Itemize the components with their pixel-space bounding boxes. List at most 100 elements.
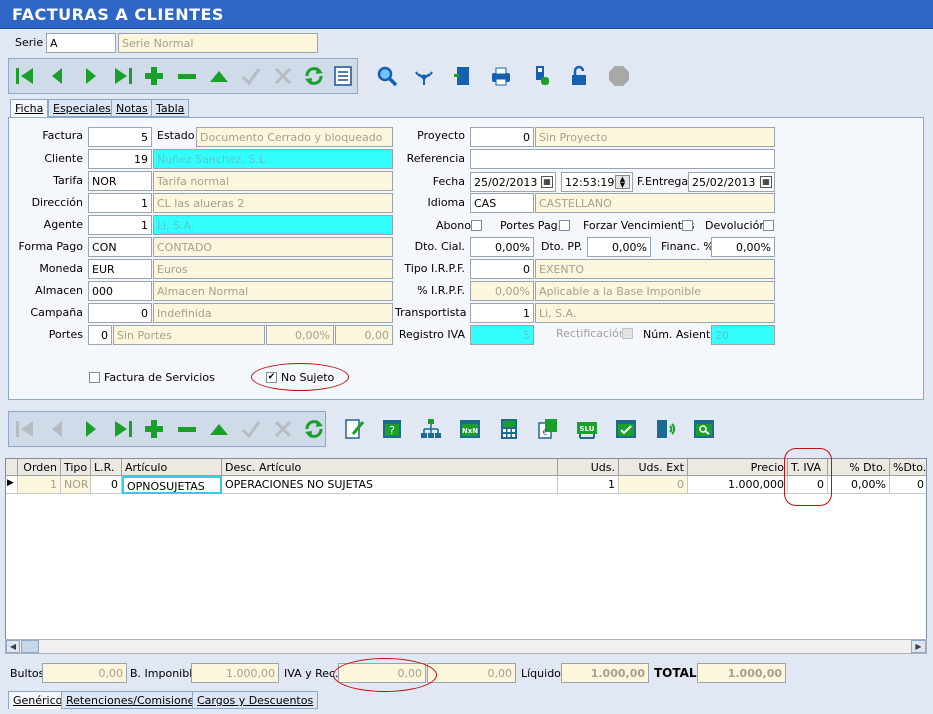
col-header-dto2[interactable]: %Dto.2 xyxy=(890,459,926,476)
list-view-icon[interactable] xyxy=(330,63,356,89)
col-header-desc[interactable]: Desc. Artículo xyxy=(222,459,558,476)
edit-line-icon[interactable] xyxy=(206,416,232,442)
scroll-left-icon[interactable]: ◀ xyxy=(6,640,20,653)
next-record-icon[interactable] xyxy=(78,63,104,89)
tarifa-code-input[interactable]: NOR xyxy=(88,171,152,191)
dto-pp-input[interactable]: 0,00% xyxy=(587,237,651,257)
tab-tabla[interactable]: Tabla xyxy=(151,99,190,117)
forzar-venc-checkbox[interactable] xyxy=(682,220,693,231)
devolucion-checkbox[interactable] xyxy=(763,220,774,231)
cell-dto[interactable]: 0,00% xyxy=(828,476,890,494)
refresh-icon[interactable] xyxy=(301,63,327,89)
abono-checkbox[interactable] xyxy=(471,220,482,231)
proyecto-code-input[interactable]: 0 xyxy=(470,127,534,147)
nxn-icon[interactable]: NxN xyxy=(457,416,483,442)
factura-input[interactable]: 5 xyxy=(88,127,152,147)
currency-icon[interactable]: € xyxy=(535,416,561,442)
next-line-icon[interactable] xyxy=(78,416,104,442)
calendar-icon[interactable]: ▦ xyxy=(760,176,772,188)
window-search-icon[interactable] xyxy=(691,416,717,442)
idioma-code-input[interactable]: CAS xyxy=(470,193,534,213)
edit-up-icon[interactable] xyxy=(206,63,232,89)
col-header-uds-ext[interactable]: Uds. Ext xyxy=(619,459,688,476)
tab-cargos[interactable]: Cargos y Descuentos xyxy=(192,691,319,709)
forma-pago-label: Forma Pago xyxy=(18,240,83,253)
scroll-thumb[interactable] xyxy=(21,640,39,653)
base-field: 1.000,00 xyxy=(191,663,279,683)
cell-uds[interactable]: 1 xyxy=(558,476,619,494)
time-spinner-icon[interactable]: ▲ ▼ xyxy=(615,175,630,189)
unlock-icon[interactable] xyxy=(566,63,592,89)
calculator-icon[interactable] xyxy=(496,416,522,442)
campana-name-field: Indefinida xyxy=(153,303,393,323)
serie-code-input[interactable]: A xyxy=(46,33,116,53)
confirm-check-icon xyxy=(238,63,264,89)
delete-line-icon[interactable] xyxy=(174,416,200,442)
edit-document-icon[interactable] xyxy=(342,416,368,442)
tab-notas[interactable]: Notas xyxy=(111,99,153,117)
cell-precio[interactable]: 1.000,000 xyxy=(688,476,788,494)
delete-icon[interactable] xyxy=(174,63,200,89)
cell-lr[interactable]: 0 xyxy=(91,476,122,494)
col-header-lr[interactable]: L.R. xyxy=(91,459,122,476)
window-check-icon[interactable] xyxy=(613,416,639,442)
add-icon[interactable] xyxy=(141,63,167,89)
last-line-icon[interactable] xyxy=(110,416,136,442)
agente-code-input[interactable]: 1 xyxy=(88,215,152,235)
tipo-irpf-code-input[interactable]: 0 xyxy=(470,259,534,279)
cell-articulo[interactable]: OPNOSUJETAS xyxy=(122,476,222,494)
rec-field: 0,00 xyxy=(427,663,516,683)
slu-icon[interactable]: SLU xyxy=(574,416,600,442)
exit-door-icon[interactable] xyxy=(450,63,476,89)
direccion-code-input[interactable]: 1 xyxy=(88,193,152,213)
help-query-icon[interactable]: ? xyxy=(379,416,405,442)
financ-input[interactable]: 0,00% xyxy=(711,237,775,257)
moneda-code-input[interactable]: EUR xyxy=(88,259,152,279)
search-icon[interactable] xyxy=(374,63,400,89)
direccion-name-field: CL las alueras 2 xyxy=(153,193,393,213)
campana-code-input[interactable]: 0 xyxy=(88,303,152,323)
hierarchy-icon[interactable] xyxy=(418,416,444,442)
last-record-icon[interactable] xyxy=(110,63,136,89)
cliente-name-field: Nuñez Sanchez, S.L. xyxy=(153,149,393,169)
pct-irpf-label: % I.R.P.F. xyxy=(417,284,465,297)
portes-pag-checkbox[interactable] xyxy=(559,220,570,231)
portes-label: Portes xyxy=(48,328,83,341)
almacen-code-input[interactable]: 000 xyxy=(88,281,152,301)
tab-ficha[interactable]: Ficha xyxy=(10,99,49,117)
col-header-articulo[interactable]: Artículo xyxy=(122,459,222,476)
previous-line-icon xyxy=(44,416,70,442)
previous-record-icon[interactable] xyxy=(44,63,70,89)
portes-code-input[interactable]: 0 xyxy=(88,325,112,345)
rectificacion-checkbox xyxy=(622,328,633,339)
add-line-icon[interactable] xyxy=(141,416,167,442)
transportista-code-input[interactable]: 1 xyxy=(470,303,534,323)
referencia-input[interactable] xyxy=(470,149,775,169)
col-header-tipo[interactable]: Tipo xyxy=(61,459,91,476)
cliente-code-input[interactable]: 19 xyxy=(88,149,152,169)
tab-generico[interactable]: Genérico xyxy=(8,691,68,709)
calendar-icon[interactable]: ▦ xyxy=(541,176,553,188)
col-header-precio[interactable]: Precio xyxy=(688,459,788,476)
door-signal-icon[interactable] xyxy=(652,416,678,442)
dto-cial-input[interactable]: 0,00% xyxy=(470,237,534,257)
refresh-lines-icon[interactable] xyxy=(301,416,327,442)
tab-retenciones[interactable]: Retenciones/Comisiones xyxy=(61,691,206,709)
horizontal-scrollbar[interactable] xyxy=(5,639,927,654)
forma-pago-code-input[interactable]: CON xyxy=(88,237,152,257)
col-header-uds[interactable]: Uds. xyxy=(558,459,619,476)
tab-especiales[interactable]: Especiales xyxy=(48,99,116,117)
first-record-icon[interactable] xyxy=(12,63,38,89)
moneda-label: Moneda xyxy=(39,262,83,275)
col-header-orden[interactable]: Orden xyxy=(18,459,61,476)
first-line-icon xyxy=(12,416,38,442)
cell-dto2[interactable]: 0 xyxy=(890,476,926,494)
cell-uds-ext: 0 xyxy=(619,476,688,494)
signal-icon[interactable] xyxy=(411,63,437,89)
factura-servicios-checkbox[interactable] xyxy=(89,372,100,383)
cell-desc[interactable]: OPERACIONES NO SUJETAS xyxy=(222,476,558,494)
handheld-icon[interactable] xyxy=(528,63,554,89)
col-header-dto[interactable]: % Dto. xyxy=(828,459,890,476)
scroll-right-icon[interactable]: ▶ xyxy=(911,640,926,653)
printer-icon[interactable] xyxy=(488,63,514,89)
